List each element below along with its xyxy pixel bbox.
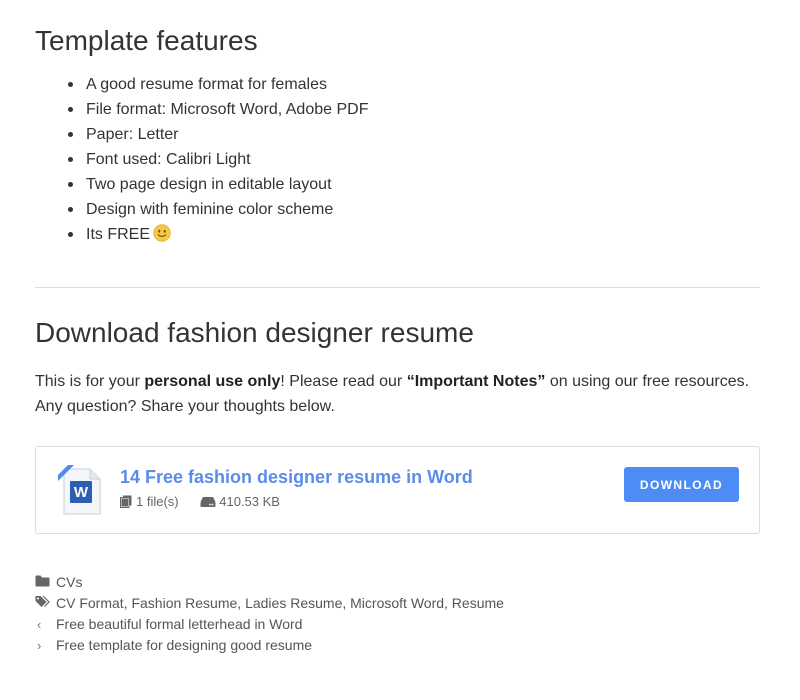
intro-text: This is for your (35, 373, 145, 391)
tags-row: CV Format, Fashion Resume, Ladies Resume… (35, 593, 760, 614)
list-item: Paper: Letter (68, 122, 760, 147)
hard-drive-icon (200, 497, 216, 508)
intro-text: ! Please read our (280, 373, 407, 391)
tag-link[interactable]: Resume (452, 595, 504, 611)
intro-bold-personal-use: personal use only (144, 373, 281, 391)
list-item: Its FREE (68, 222, 760, 247)
files-icon (120, 495, 132, 509)
important-notes-link[interactable]: “Important Notes” (407, 373, 546, 390)
intro-paragraph: This is for your personal use only! Plea… (35, 369, 760, 419)
file-count-text: 1 file(s) (136, 494, 179, 510)
chevron-left-icon: ‹ (37, 617, 42, 633)
list-item: Two page design in editable layout (68, 172, 760, 197)
file-size: 410.53 KB (200, 494, 280, 509)
section-divider (35, 286, 760, 288)
features-list: A good resume format for females File fo… (35, 72, 760, 247)
tag-separator: , (237, 595, 246, 612)
list-item: Font used: Calibri Light (68, 147, 760, 172)
word-doc-icon: W (58, 465, 101, 515)
folder-icon (35, 572, 56, 593)
file-title-link[interactable]: 14 Free fashion designer resume in Word (120, 467, 473, 488)
features-heading: Template features (35, 25, 258, 56)
prev-post-link[interactable]: Free beautiful formal letterhead in Word (56, 614, 302, 635)
main-content: Template features A good resume format f… (35, 0, 760, 656)
category-link[interactable]: CVs (56, 572, 82, 593)
tag-link[interactable]: Fashion Resume (131, 595, 237, 611)
download-heading: Download fashion designer resume (35, 316, 474, 348)
file-count: 1 file(s) (120, 494, 179, 509)
tag-link[interactable]: CV Format (56, 595, 124, 611)
download-button[interactable]: DOWNLOAD (624, 467, 739, 503)
list-item-text: Its FREE (86, 225, 151, 243)
post-meta: CVs CV Format, Fashion Resume, Ladies Re… (35, 572, 760, 656)
list-item: File format: Microsoft Word, Adobe PDF (68, 97, 760, 122)
file-size-text: 410.53 KB (219, 494, 280, 510)
next-post-link[interactable]: Free template for designing good resume (56, 635, 312, 656)
tag-separator: , (444, 595, 452, 612)
file-meta: 1 file(s) 410.53 KB (120, 494, 298, 509)
list-item: Design with feminine color scheme (68, 197, 760, 222)
list-item: A good resume format for females (68, 72, 760, 97)
tags-list: CV Format, Fashion Resume, Ladies Resume… (56, 593, 504, 614)
chevron-right-icon: › (37, 638, 42, 654)
next-post-row: › Free template for designing good resum… (35, 635, 760, 656)
svg-text:W: W (74, 484, 89, 501)
download-card: W 14 Free fashion designer resume in Wor… (35, 446, 760, 535)
prev-post-row: ‹ Free beautiful formal letterhead in Wo… (35, 614, 760, 635)
category-row: CVs (35, 572, 760, 593)
smiley-emoji-icon (153, 223, 171, 242)
tag-link[interactable]: Microsoft Word (350, 595, 444, 611)
tag-separator: , (342, 595, 351, 612)
tag-link[interactable]: Ladies Resume (245, 595, 342, 611)
tags-icon (35, 593, 56, 614)
